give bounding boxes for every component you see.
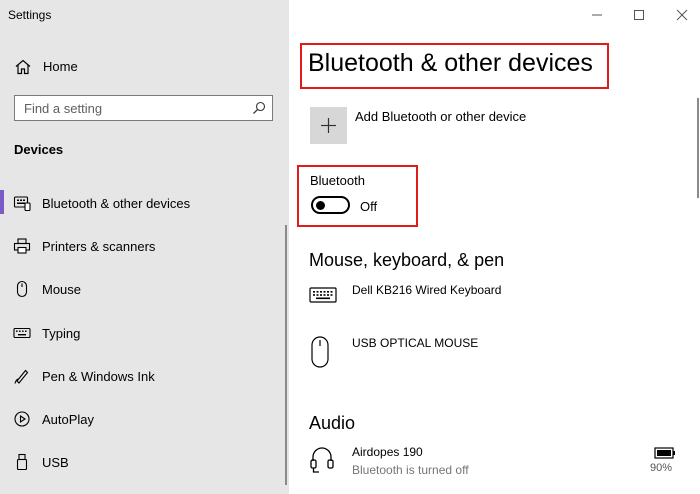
sidebar-item-label: Printers & scanners	[42, 239, 156, 254]
sidebar-item-usb[interactable]: USB	[0, 445, 285, 479]
sidebar-item-label: Mouse	[42, 282, 82, 297]
bluetooth-label: Bluetooth	[310, 173, 365, 188]
device-name: USB OPTICAL MOUSE	[352, 336, 479, 350]
device-mouse[interactable]: USB OPTICAL MOUSE	[309, 336, 679, 370]
add-device-button[interactable]	[310, 107, 347, 144]
selected-indicator	[0, 190, 4, 214]
device-airdopes[interactable]: Airdopes 190 Bluetooth is turned off	[309, 445, 679, 479]
mouse-icon	[16, 280, 28, 298]
main-content: Bluetooth & other devices Add Bluetooth …	[289, 0, 700, 494]
page-title: Bluetooth & other devices	[308, 49, 593, 77]
audio-heading: Audio	[309, 413, 356, 433]
sidebar-item-label: USB	[42, 455, 69, 470]
home-icon	[15, 59, 31, 75]
sidebar-item-label: AutoPlay	[42, 412, 95, 427]
sidebar-item-printers[interactable]: Printers & scanners	[0, 229, 285, 263]
sidebar-item-label: Typing	[42, 326, 81, 341]
main-scrollbar[interactable]	[697, 98, 699, 198]
app-title: Settings	[8, 8, 52, 22]
maximize-icon[interactable]	[629, 6, 649, 24]
battery-icon	[654, 447, 675, 459]
usb-icon	[16, 453, 28, 471]
sidebar-item-autoplay[interactable]: AutoPlay	[0, 402, 285, 436]
keyboard-icon	[13, 327, 31, 339]
sidebar-item-typing[interactable]: Typing	[0, 316, 285, 350]
bluetooth-devices-icon	[13, 196, 31, 212]
home-label: Home	[43, 59, 78, 74]
bluetooth-toggle[interactable]	[311, 196, 350, 214]
device-name: Airdopes 190	[352, 445, 423, 459]
keyboard-icon	[309, 287, 337, 303]
device-keyboard[interactable]: Dell KB216 Wired Keyboard	[309, 283, 679, 313]
sidebar-item-bluetooth[interactable]: Bluetooth & other devices	[0, 186, 285, 220]
search-box[interactable]	[14, 95, 273, 121]
input-devices-heading: Mouse, keyboard, & pen	[309, 250, 505, 270]
search-icon[interactable]	[252, 101, 266, 115]
minimize-icon[interactable]	[587, 6, 607, 24]
pen-icon	[14, 369, 29, 384]
close-icon[interactable]	[672, 6, 692, 24]
sidebar-item-label: Pen & Windows Ink	[42, 369, 155, 384]
bluetooth-toggle-state: Off	[360, 199, 378, 214]
sidebar-item-pen[interactable]: Pen & Windows Ink	[0, 359, 285, 393]
mouse-icon	[311, 336, 329, 368]
sidebar-section-title: Devices	[14, 142, 64, 157]
headset-icon	[310, 447, 334, 473]
sidebar-item-label: Bluetooth & other devices	[42, 196, 191, 211]
add-device-label[interactable]: Add Bluetooth or other device	[355, 109, 526, 124]
autoplay-icon	[14, 411, 30, 427]
toggle-knob	[316, 201, 325, 210]
home-link[interactable]: Home	[0, 52, 289, 82]
device-status: Bluetooth is turned off	[352, 463, 469, 477]
printer-icon	[13, 238, 31, 254]
sidebar-scrollbar[interactable]	[285, 225, 287, 485]
sidebar-item-mouse[interactable]: Mouse	[0, 272, 285, 306]
device-name: Dell KB216 Wired Keyboard	[352, 283, 502, 297]
search-input[interactable]	[15, 96, 235, 120]
sidebar: Settings Home Devices Bluetooth & other …	[0, 0, 289, 494]
plus-icon	[321, 118, 336, 133]
battery-percentage: 90%	[650, 462, 673, 474]
